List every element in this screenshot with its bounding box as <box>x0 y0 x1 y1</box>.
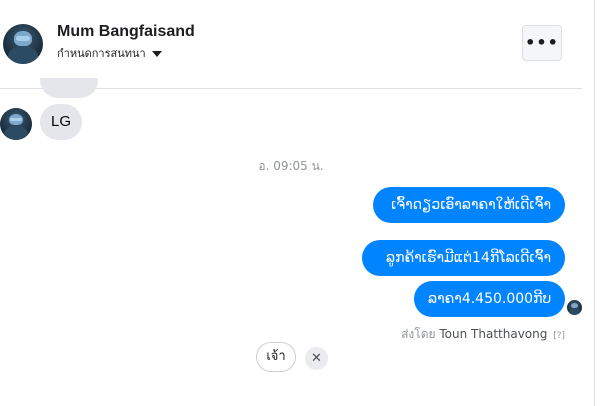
quick-reply-label: เจ้า <box>266 349 286 364</box>
read-receipt-avatar <box>567 300 582 315</box>
conversation-settings-label: กำหนดการสนทนา <box>57 47 146 60</box>
outgoing-message-bubble[interactable]: ເຈົ້າດຽວເອົາລາຄາໃຫ້ເດີເຈົ້າ <box>373 187 565 223</box>
conversation-settings-dropdown[interactable]: กำหนดการสนทนา <box>57 44 162 62</box>
message-text: ລູກຄ້າເຮົາມີແຕ່14ກີໂລເດີເຈົ້າ <box>386 250 551 266</box>
outgoing-message-bubble[interactable]: ລາຄາ4.450.000ກີບ <box>414 281 565 317</box>
quick-reply-button[interactable]: เจ้า <box>256 342 296 372</box>
contact-avatar[interactable] <box>3 24 43 64</box>
conversation-header: Mum Bangfaisand กำหนดการสนทนา ••• <box>0 0 582 89</box>
message-timestamp: อ. 09:05 น. <box>258 159 324 173</box>
contact-name[interactable]: Mum Bangfaisand <box>57 23 195 41</box>
incoming-message-bubble[interactable]: LG <box>40 104 82 140</box>
contact-avatar-small[interactable] <box>0 108 32 140</box>
help-link[interactable]: [?] <box>553 331 565 341</box>
close-icon: ✕ <box>311 351 322 366</box>
more-options-button[interactable]: ••• <box>522 25 562 61</box>
message-text: ລາຄາ4.450.000ກີບ <box>428 291 552 307</box>
caret-down-icon <box>151 51 162 57</box>
panel-divider <box>594 0 595 406</box>
sent-by-line: ส่งโดย Toun Thatthavong [?] <box>401 325 565 344</box>
sender-name[interactable]: Toun Thatthavong <box>439 327 547 341</box>
more-horizontal-icon: ••• <box>525 33 559 52</box>
dismiss-quick-reply-button[interactable]: ✕ <box>305 347 328 370</box>
incoming-message-bubble[interactable] <box>40 78 98 98</box>
outgoing-message-bubble[interactable]: ລູກຄ້າເຮົາມີແຕ່14ກີໂລເດີເຈົ້າ <box>362 240 565 276</box>
message-text: ເຈົ້າດຽວເອົາລາຄາໃຫ້ເດີເຈົ້າ <box>391 197 551 213</box>
message-text: LG <box>50 113 71 130</box>
sent-by-prefix: ส่งโดย <box>401 327 436 341</box>
